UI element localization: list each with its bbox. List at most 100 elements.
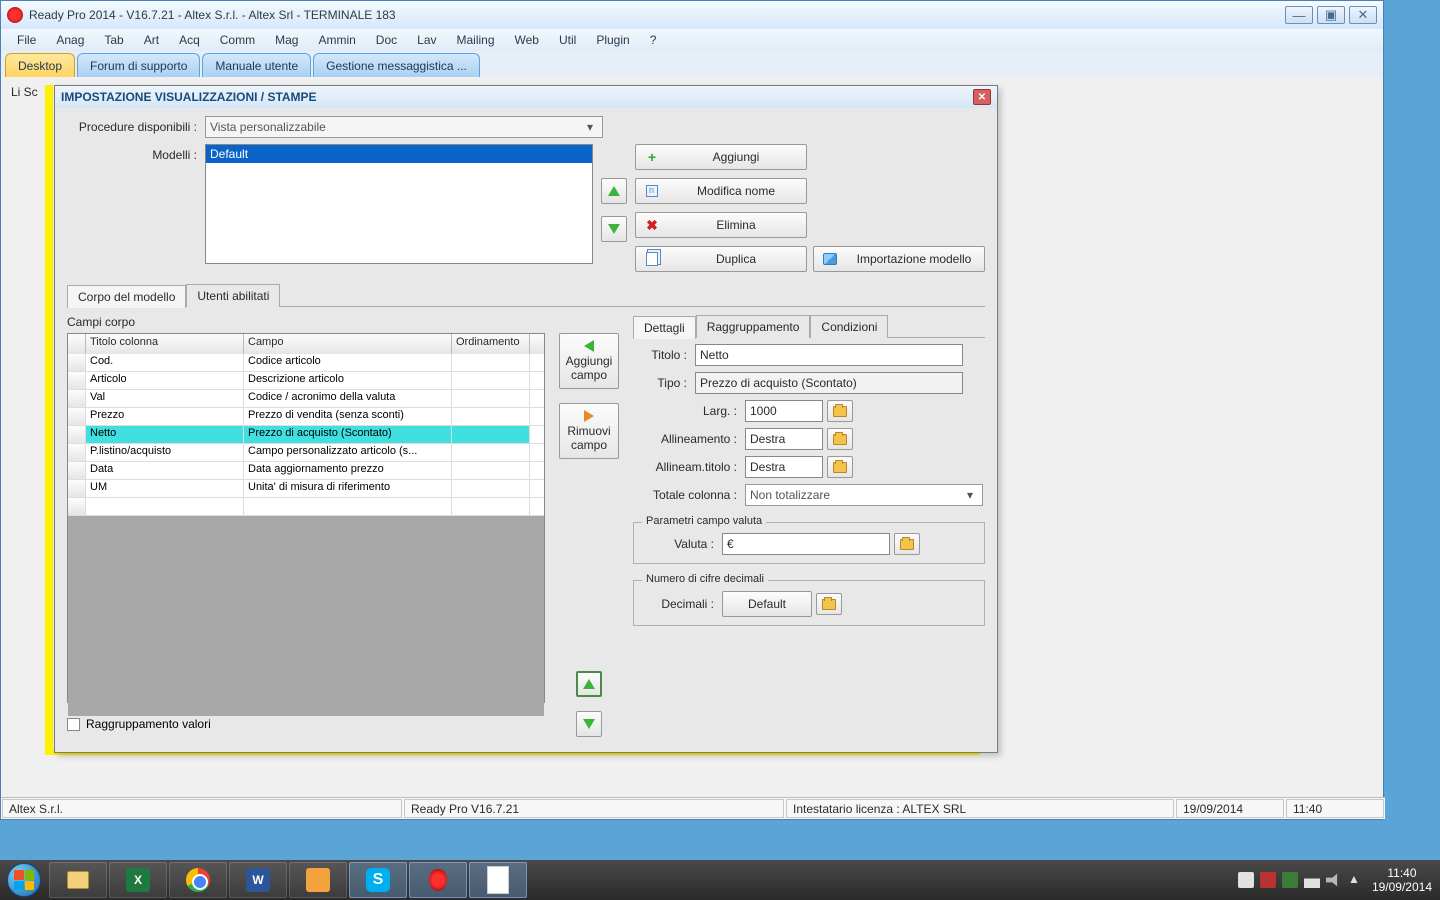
tab-messaggistica[interactable]: Gestione messaggistica ... xyxy=(313,53,480,77)
tray-shield-icon[interactable] xyxy=(1282,872,1298,888)
maximize-button[interactable]: ▣ xyxy=(1317,6,1345,24)
taskbar-clock[interactable]: 11:40 19/09/2014 xyxy=(1372,866,1432,895)
table-row[interactable]: P.listino/acquistoCampo personalizzato a… xyxy=(68,444,544,462)
statusbar: Altex S.r.l. Ready Pro V16.7.21 Intestat… xyxy=(1,797,1385,819)
menu-art[interactable]: Art xyxy=(134,31,169,49)
menu-mag[interactable]: Mag xyxy=(265,31,308,49)
taskbar-excel[interactable]: X xyxy=(109,862,167,898)
menubar: File Anag Tab Art Acq Comm Mag Ammin Doc… xyxy=(1,29,1383,51)
larg-browse-button[interactable] xyxy=(827,400,853,422)
taskbar-explorer[interactable] xyxy=(49,862,107,898)
table-row[interactable]: NettoPrezzo di acquisto (Scontato) xyxy=(68,426,544,444)
move-up-button[interactable] xyxy=(601,178,627,204)
modifica-nome-button[interactable]: Modifica nome xyxy=(635,178,807,204)
table-row[interactable]: DataData aggiornamento prezzo xyxy=(68,462,544,480)
raggruppamento-valori-label: Raggruppamento valori xyxy=(86,717,211,731)
table-row[interactable]: Cod.Codice articolo xyxy=(68,354,544,372)
tab-dettagli[interactable]: Dettagli xyxy=(633,316,696,339)
dialog-close-button[interactable]: ✕ xyxy=(973,89,991,105)
importazione-modello-button[interactable]: Importazione modello xyxy=(813,246,985,272)
grid-header-ordinamento[interactable]: Ordinamento xyxy=(452,334,530,354)
dialog-title: IMPOSTAZIONE VISUALIZZAZIONI / STAMPE xyxy=(61,90,317,104)
tray-antivirus-icon[interactable] xyxy=(1260,872,1276,888)
valuta-browse-button[interactable] xyxy=(894,533,920,555)
campi-corpo-grid[interactable]: Titolo colonna Campo Ordinamento Cod.Cod… xyxy=(67,333,545,703)
grid-header-titolo[interactable]: Titolo colonna xyxy=(86,334,244,354)
tab-corpo-modello[interactable]: Corpo del modello xyxy=(67,285,186,308)
allineamento-input[interactable]: Destra xyxy=(745,428,823,450)
tab-utenti-abilitati[interactable]: Utenti abilitati xyxy=(186,284,280,307)
menu-mailing[interactable]: Mailing xyxy=(447,31,505,49)
move-down-button[interactable] xyxy=(601,216,627,242)
decimali-fieldset: Numero di cifre decimali Decimali : Defa… xyxy=(633,580,985,626)
tab-manuale[interactable]: Manuale utente xyxy=(202,53,311,77)
excel-icon: X xyxy=(126,868,150,892)
start-button[interactable] xyxy=(0,860,48,900)
taskbar-word[interactable]: W xyxy=(229,862,287,898)
tab-raggruppamento[interactable]: Raggruppamento xyxy=(696,315,811,338)
chrome-icon xyxy=(186,868,210,892)
aggiungi-button[interactable]: +Aggiungi xyxy=(635,144,807,170)
allineam-titolo-browse-button[interactable] xyxy=(827,456,853,478)
taskbar-readypro[interactable] xyxy=(409,862,467,898)
titlebar: Ready Pro 2014 - V16.7.21 - Altex S.r.l.… xyxy=(1,1,1383,29)
larg-input[interactable]: 1000 xyxy=(745,400,823,422)
table-row[interactable]: PrezzoPrezzo di vendita (senza sconti) xyxy=(68,408,544,426)
menu-ammin[interactable]: Ammin xyxy=(308,31,365,49)
duplica-button[interactable]: Duplica xyxy=(635,246,807,272)
elimina-button[interactable]: ✖Elimina xyxy=(635,212,807,238)
modelli-item-default[interactable]: Default xyxy=(206,145,592,163)
chevron-down-icon: ▾ xyxy=(962,488,978,502)
tray-volume-icon[interactable] xyxy=(1326,872,1342,888)
table-row[interactable]: ValCodice / acronimo della valuta xyxy=(68,390,544,408)
rimuovi-campo-button[interactable]: Rimuovi campo xyxy=(559,403,619,459)
grid-header-campo[interactable]: Campo xyxy=(244,334,452,354)
modelli-listbox[interactable]: Default xyxy=(205,144,593,264)
titolo-input[interactable]: Netto xyxy=(695,344,963,366)
menu-lav[interactable]: Lav xyxy=(407,31,446,49)
decimali-value-button[interactable]: Default xyxy=(722,591,812,617)
procedure-combo[interactable]: Vista personalizzabile ▾ xyxy=(205,116,603,138)
decimali-legend: Numero di cifre decimali xyxy=(642,573,768,585)
folder-icon xyxy=(833,434,847,445)
field-move-down-button[interactable] xyxy=(576,711,602,737)
aggiungi-campo-button[interactable]: Aggiungi campo xyxy=(559,333,619,389)
tray-chevron-icon[interactable]: ▲ xyxy=(1348,872,1364,888)
plus-icon: + xyxy=(644,149,660,165)
menu-help[interactable]: ? xyxy=(640,31,667,49)
menu-util[interactable]: Util xyxy=(549,31,586,49)
folder-icon xyxy=(833,462,847,473)
close-button[interactable]: ✕ xyxy=(1349,6,1377,24)
taskbar-document[interactable] xyxy=(469,862,527,898)
grid-header-rowselector[interactable] xyxy=(68,334,86,354)
tab-desktop[interactable]: Desktop xyxy=(5,53,75,77)
allineam-titolo-input[interactable]: Destra xyxy=(745,456,823,478)
taskbar-skype[interactable]: S xyxy=(349,862,407,898)
table-row[interactable]: UMUnita' di misura di riferimento xyxy=(68,480,544,498)
menu-comm[interactable]: Comm xyxy=(210,31,265,49)
menu-acq[interactable]: Acq xyxy=(169,31,210,49)
totale-colonna-combo[interactable]: Non totalizzare ▾ xyxy=(745,484,983,506)
readypro-icon xyxy=(429,869,447,891)
valuta-input[interactable]: € xyxy=(722,533,890,555)
menu-file[interactable]: File xyxy=(7,31,46,49)
menu-plugin[interactable]: Plugin xyxy=(586,31,639,49)
minimize-button[interactable]: — xyxy=(1285,6,1313,24)
taskbar-outlook[interactable] xyxy=(289,862,347,898)
allineamento-browse-button[interactable] xyxy=(827,428,853,450)
menu-doc[interactable]: Doc xyxy=(366,31,407,49)
explorer-icon xyxy=(67,871,89,889)
raggruppamento-valori-checkbox[interactable] xyxy=(67,718,80,731)
decimali-browse-button[interactable] xyxy=(816,593,842,615)
tab-condizioni[interactable]: Condizioni xyxy=(810,315,888,338)
tab-forum[interactable]: Forum di supporto xyxy=(77,53,200,77)
arrow-up-icon xyxy=(583,679,595,689)
tray-flag-icon[interactable] xyxy=(1238,872,1254,888)
table-row[interactable]: ArticoloDescrizione articolo xyxy=(68,372,544,390)
menu-anag[interactable]: Anag xyxy=(46,31,94,49)
menu-web[interactable]: Web xyxy=(505,31,549,49)
taskbar-chrome[interactable] xyxy=(169,862,227,898)
field-move-up-button[interactable] xyxy=(576,671,602,697)
tray-network-icon[interactable] xyxy=(1304,872,1320,888)
menu-tab[interactable]: Tab xyxy=(94,31,133,49)
